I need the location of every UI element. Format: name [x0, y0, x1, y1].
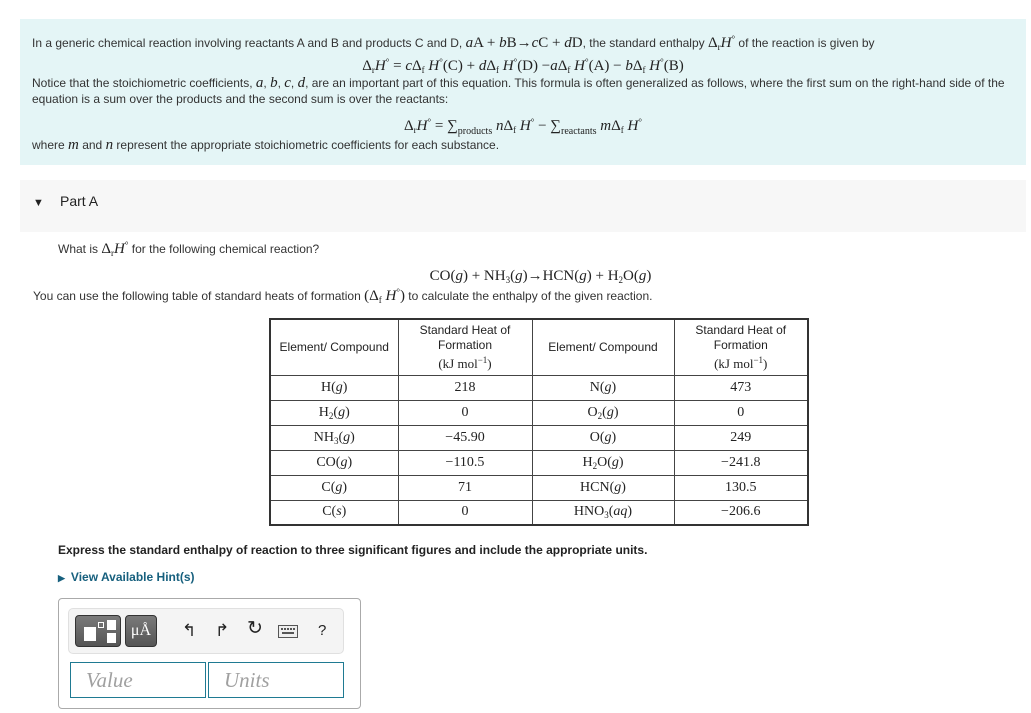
undo-icon[interactable]: ↰ — [182, 621, 196, 641]
compound-cell: H2O(g) — [531, 449, 675, 476]
collapse-triangle-icon[interactable]: ▼ — [33, 197, 44, 209]
table-row: CO(g) −110.5 H2O(g) −241.8 — [269, 449, 809, 476]
heat-value-cell: −45.90 — [397, 424, 533, 451]
reset-icon[interactable]: ↻ — [247, 619, 263, 639]
target-reaction: CO(g) + NH3(g)→HCN(g) + H2O(g) — [429, 268, 652, 285]
unit-exponent: −1 — [753, 354, 764, 365]
table-instruction: You can use the following table of stand… — [33, 287, 652, 305]
unit-text: (kJ mol — [714, 355, 754, 371]
table-row: C(s) 0 HNO3(aq) −206.6 — [269, 499, 809, 526]
header-line: Standard Heat of — [695, 322, 787, 337]
table-row: H(g) 218 N(g) 473 — [269, 374, 809, 401]
compound-cell: O2(g) — [531, 399, 675, 426]
intro-text: , the standard enthalpy — [582, 36, 708, 50]
enthalpy-symbol: ΔrH° — [101, 240, 129, 258]
templates-button[interactable] — [75, 615, 121, 647]
compound-cell: H(g) — [269, 374, 399, 401]
heat-value-cell: −241.8 — [673, 449, 809, 476]
hint-link-label[interactable]: View Available Hint(s) — [71, 570, 195, 584]
header-unit: (kJ mol−1) — [714, 354, 768, 371]
heat-value-cell: 473 — [673, 374, 809, 401]
value-input[interactable] — [70, 662, 206, 698]
intro-panel: In a generic chemical reaction involving… — [20, 19, 1026, 165]
header-unit: (kJ mol−1) — [438, 354, 492, 371]
redo-icon[interactable]: ↱ — [215, 621, 229, 641]
units-button[interactable]: μÅ — [125, 615, 157, 647]
keyboard-icon[interactable] — [278, 623, 298, 643]
help-button[interactable]: ? — [318, 621, 326, 641]
table-body: H(g) 218 N(g) 473 H2(g) 0 O2(g) 0 NH3(g) −45.90 O(… — [269, 374, 809, 526]
question-text: What is ΔrH° for the following chemical … — [58, 240, 319, 258]
question-text-part: for the following chemical reaction? — [128, 242, 320, 256]
heat-value-cell: −110.5 — [397, 449, 533, 476]
heat-value-cell: 218 — [397, 374, 533, 401]
enthalpy-equation: ΔrH° = cΔf H°(C) + dΔf H°(D) −aΔf H°(A) … — [362, 57, 684, 75]
answer-instruction: Express the standard enthalpy of reactio… — [58, 543, 648, 557]
view-hints-link[interactable]: ▶ View Available Hint(s) — [58, 570, 195, 584]
heat-value-cell: 0 — [673, 399, 809, 426]
enthalpy-symbol: ΔrH° — [707, 34, 736, 52]
units-input[interactable] — [208, 662, 344, 698]
table-header-row: Element/ Compound Standard Heat of Format… — [269, 318, 809, 376]
table-row: C(g) 71 HCN(g) 130.5 — [269, 474, 809, 501]
expand-triangle-icon[interactable]: ▶ — [58, 573, 65, 583]
table-row: NH3(g) −45.90 O(g) 249 — [269, 424, 809, 451]
instruction-text: to calculate the enthalpy of the given r… — [404, 289, 653, 303]
header-line: Formation — [713, 337, 768, 352]
compound-cell: CO(g) — [269, 449, 399, 476]
intro-paragraph-3: where m and n represent the appropriate … — [32, 137, 500, 153]
intro-paragraph-1: In a generic chemical reaction involving… — [32, 31, 1012, 55]
header-line: Formation — [437, 337, 493, 352]
compound-cell: C(g) — [269, 474, 399, 501]
compound-cell: H2(g) — [269, 399, 399, 426]
compound-cell: HCN(g) — [531, 474, 675, 501]
heat-value-cell: −206.6 — [673, 499, 809, 526]
answer-toolbar: μÅ ↰ ↱ ↻ ? — [68, 608, 344, 654]
answer-widget: μÅ ↰ ↱ ↻ ? — [58, 598, 361, 709]
compound-cell: O(g) — [531, 424, 675, 451]
heat-value-cell: 130.5 — [673, 474, 809, 501]
generalized-equation: ΔrH° = ∑products nΔf H° − ∑reactants mΔf… — [404, 117, 642, 137]
heat-value-cell: 71 — [397, 474, 533, 501]
compound-cell: N(g) — [531, 374, 675, 401]
compound-cell: C(s) — [269, 499, 399, 526]
compound-cell: HNO3(aq) — [531, 499, 675, 526]
header-compound: Element/ Compound — [269, 318, 399, 376]
intro-text: In a generic chemical reaction involving… — [32, 36, 466, 50]
intro-text: of the reaction is given by — [735, 36, 875, 50]
formation-symbol: (Δf H°) — [364, 287, 405, 305]
heat-value-cell: 0 — [397, 399, 533, 426]
unit-exponent: −1 — [477, 354, 488, 365]
header-line: Standard Heat of — [419, 322, 511, 337]
unit-text: (kJ mol — [438, 355, 478, 371]
question-text-part: What is — [58, 242, 102, 256]
heat-value-cell: 249 — [673, 424, 809, 451]
header-heat: Standard Heat of Formation (kJ mol−1) — [397, 318, 533, 376]
header-heat: Standard Heat of Formation (kJ mol−1) — [673, 318, 809, 376]
intro-paragraph-2: Notice that the stoichiometric coefficie… — [32, 75, 1005, 106]
heat-value-cell: 0 — [397, 499, 533, 526]
header-compound: Element/ Compound — [531, 318, 675, 376]
part-a-toggle[interactable]: ▼ Part A — [20, 180, 1026, 232]
generic-reaction: aA + bB→cC + dD — [465, 35, 583, 51]
heats-of-formation-table: Element/ Compound Standard Heat of Format… — [269, 318, 809, 526]
instruction-text: You can use the following table of stand… — [33, 289, 365, 303]
part-label: Part A — [60, 193, 99, 209]
table-row: H2(g) 0 O2(g) 0 — [269, 399, 809, 426]
compound-cell: NH3(g) — [269, 424, 399, 451]
